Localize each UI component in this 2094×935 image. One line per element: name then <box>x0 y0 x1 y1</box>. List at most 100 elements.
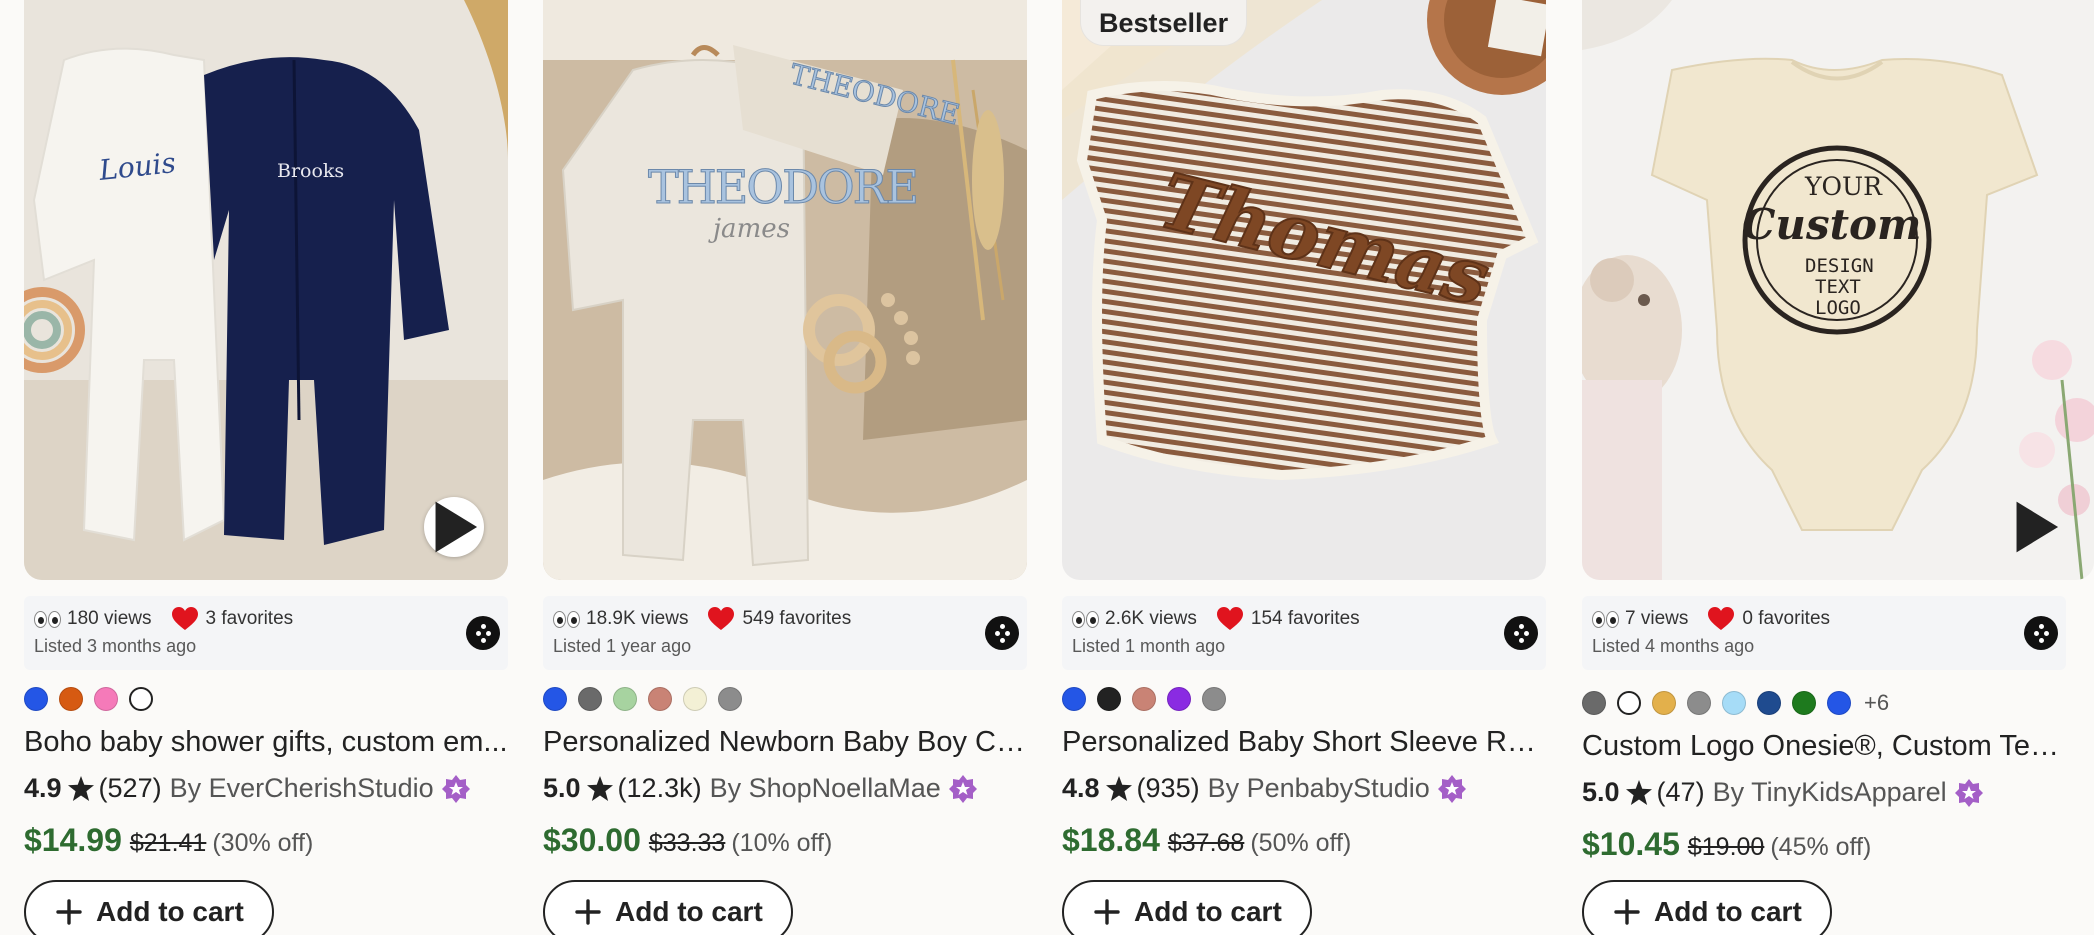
listing-title[interactable]: Personalized Newborn Baby Boy Co... <box>543 726 1027 759</box>
color-swatch[interactable] <box>1687 691 1711 715</box>
star-icon <box>586 776 613 801</box>
color-swatch[interactable] <box>613 687 637 711</box>
color-swatch[interactable] <box>24 687 48 711</box>
embroidery-text: THEODORE <box>648 160 920 215</box>
bestseller-badge: Bestseller <box>1080 0 1248 46</box>
more-options-button[interactable] <box>2024 616 2058 650</box>
add-to-cart-label: Add to cart <box>1134 896 1282 927</box>
add-to-cart-button[interactable]: Add to cart <box>1062 880 1312 935</box>
shop-name[interactable]: By PenbabyStudio <box>1208 773 1430 804</box>
listing-stats: 18.9K views 549 favorites Listed 1 year … <box>543 596 1027 670</box>
price-row: $30.00 $33.33 (10% off) <box>543 822 832 859</box>
more-options-button[interactable] <box>1504 616 1538 650</box>
listing-grid: Louis Brooks 180 views 3 favorites Liste… <box>24 0 2094 935</box>
color-swatch[interactable] <box>1722 691 1746 715</box>
play-video-button[interactable] <box>2005 497 2065 557</box>
price-row: $18.84 $37.68 (50% off) <box>1062 822 1351 859</box>
eyes-icon <box>1592 610 1619 628</box>
view-count: 18.9K views <box>586 608 689 629</box>
original-price: $33.33 <box>648 829 726 857</box>
more-options-button[interactable] <box>985 616 1019 650</box>
listing-photo[interactable]: Thomas Bestseller <box>1062 0 1546 580</box>
listing-photo[interactable]: THEODORE james THEODORE <box>543 0 1027 580</box>
color-swatch[interactable] <box>1792 691 1816 715</box>
price-row: $10.45 $19.00 (45% off) <box>1582 826 1871 863</box>
discount-label: (50% off) <box>1250 829 1352 857</box>
color-swatch[interactable] <box>1202 687 1226 711</box>
more-colors-count[interactable]: +6 <box>1864 690 1889 716</box>
color-swatch[interactable] <box>578 687 602 711</box>
color-swatches: +6 <box>1582 690 1889 716</box>
more-options-button[interactable] <box>466 616 500 650</box>
listing-card[interactable]: THEODORE james THEODORE 18.9K views 549 … <box>543 0 1027 935</box>
discount-label: (30% off) <box>212 829 314 857</box>
plus-icon <box>1094 899 1120 925</box>
review-count: (935) <box>1136 773 1200 803</box>
play-video-button[interactable] <box>424 497 484 557</box>
add-to-cart-button[interactable]: Add to cart <box>543 880 793 935</box>
favorite-count: 154 favorites <box>1250 608 1360 629</box>
color-swatch[interactable] <box>1167 687 1191 711</box>
listing-card[interactable]: Thomas Bestseller 2.6K views 154 favorit… <box>1062 0 1546 935</box>
embroidery-text: Brooks <box>277 160 345 182</box>
listing-stats: 7 views 0 favorites Listed 4 months ago <box>1582 596 2066 670</box>
listing-photo[interactable]: Louis Brooks <box>24 0 508 580</box>
color-swatch[interactable] <box>129 687 153 711</box>
embroidery-text: james <box>713 214 790 244</box>
star-icon <box>67 776 94 801</box>
discount-label: (45% off) <box>1770 833 1872 861</box>
star-seller-icon <box>1437 774 1466 803</box>
listing-title[interactable]: Custom Logo Onesie®, Custom Text ... <box>1582 730 2066 763</box>
add-to-cart-label: Add to cart <box>96 896 244 927</box>
color-swatches <box>543 686 742 712</box>
rating-value: 5.0 <box>1582 777 1620 807</box>
listed-date: Listed 3 months ago <box>34 636 197 656</box>
review-count: (47) <box>1656 777 1705 807</box>
color-swatch[interactable] <box>1617 691 1641 715</box>
rating-row: 4.9 (527) By EverCherishStudio <box>24 773 470 804</box>
color-swatch[interactable] <box>718 687 742 711</box>
listed-date: Listed 1 month ago <box>1072 636 1226 656</box>
original-price: $21.41 <box>129 829 207 857</box>
listing-title[interactable]: Boho baby shower gifts, custom em... <box>24 726 508 759</box>
color-swatch[interactable] <box>1097 687 1121 711</box>
color-swatch[interactable] <box>1062 687 1086 711</box>
listing-card[interactable]: YOUR Custom DESIGN TEXT LOGO 7 views 0 f… <box>1582 0 2094 935</box>
product-image <box>543 0 1027 580</box>
view-count: 180 views <box>67 608 152 629</box>
color-swatch[interactable] <box>1652 691 1676 715</box>
add-to-cart-button[interactable]: Add to cart <box>1582 880 1832 935</box>
plus-icon <box>1614 899 1640 925</box>
color-swatch[interactable] <box>1757 691 1781 715</box>
color-swatch[interactable] <box>648 687 672 711</box>
review-count: (527) <box>98 773 162 803</box>
heart-icon <box>708 607 735 630</box>
color-swatch[interactable] <box>1582 691 1606 715</box>
color-swatch[interactable] <box>94 687 118 711</box>
heart-icon <box>1708 607 1735 630</box>
logo-text: YOUR <box>1805 172 1882 201</box>
add-to-cart-button[interactable]: Add to cart <box>24 880 274 935</box>
listing-card[interactable]: Louis Brooks 180 views 3 favorites Liste… <box>24 0 508 935</box>
listing-photo[interactable]: YOUR Custom DESIGN TEXT LOGO <box>1582 0 2094 580</box>
listing-stats: 180 views 3 favorites Listed 3 months ag… <box>24 596 508 670</box>
sale-price: $18.84 <box>1062 822 1160 858</box>
listing-title[interactable]: Personalized Baby Short Sleeve Ro... <box>1062 726 1546 759</box>
star-seller-icon <box>441 774 470 803</box>
color-swatch[interactable] <box>1132 687 1156 711</box>
heart-icon <box>171 607 198 630</box>
listed-date: Listed 4 months ago <box>1592 636 1755 656</box>
logo-text: TEXT <box>1815 276 1861 298</box>
shop-name[interactable]: By ShopNoellaMae <box>710 773 941 804</box>
shop-name[interactable]: By EverCherishStudio <box>170 773 434 804</box>
color-swatch[interactable] <box>1827 691 1851 715</box>
add-to-cart-label: Add to cart <box>615 896 763 927</box>
color-swatch[interactable] <box>543 687 567 711</box>
color-swatches <box>1062 686 1226 712</box>
plus-icon <box>56 899 82 925</box>
logo-text: Custom <box>1742 200 1922 249</box>
rating-row: 4.8 (935) By PenbabyStudio <box>1062 773 1466 804</box>
shop-name[interactable]: By TinyKidsApparel <box>1713 777 1947 808</box>
color-swatch[interactable] <box>683 687 707 711</box>
color-swatch[interactable] <box>59 687 83 711</box>
